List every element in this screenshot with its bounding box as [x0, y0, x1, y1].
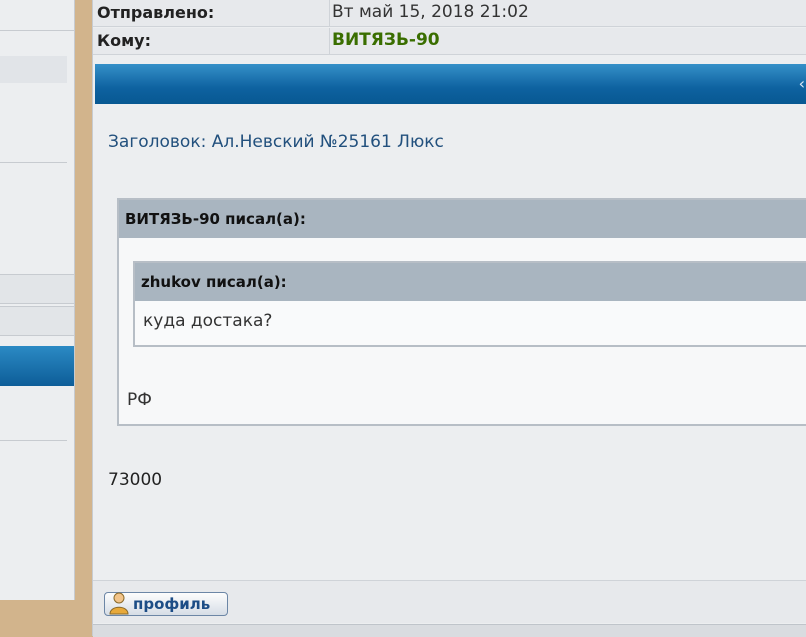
- quote-text-inner: куда достака?: [143, 311, 273, 331]
- quote-block-outer: ВИТЯЗЬ-90 писал(а): zhukov писал(а): куд…: [117, 198, 806, 426]
- sidebar-divider: [0, 30, 74, 31]
- left-sidebar: [0, 0, 75, 600]
- sidebar-blue-header: [0, 346, 74, 386]
- footer-divider: [93, 624, 806, 637]
- quote-text-outer: РФ: [127, 390, 152, 410]
- profile-button-label: профиль: [133, 595, 211, 613]
- sidebar-band[interactable]: [0, 306, 74, 336]
- post-footer: профиль: [93, 580, 806, 623]
- post-subject: Заголовок: Ал.Невский №25161 Люкс: [108, 132, 444, 152]
- sidebar-divider: [0, 440, 67, 441]
- profile-button[interactable]: профиль: [104, 592, 228, 616]
- to-label: Кому:: [97, 31, 151, 50]
- sidebar-band[interactable]: [0, 274, 74, 304]
- sent-label: Отправлено:: [97, 3, 215, 22]
- post-text: 73000: [108, 470, 163, 490]
- sidebar-highlight-item[interactable]: [0, 56, 67, 83]
- sidebar-divider: [0, 162, 67, 163]
- sent-value: Вт май 15, 2018 21:02: [329, 0, 806, 26]
- header-corner-mark: ‹: [798, 74, 805, 93]
- message-panel: Отправлено: Вт май 15, 2018 21:02 Кому: …: [92, 0, 806, 637]
- quote-block-inner: zhukov писал(а): куда достака?: [133, 261, 806, 347]
- to-row: Кому: ВИТЯЗЬ-90: [93, 28, 806, 55]
- post-body: Заголовок: Ал.Невский №25161 Люкс ВИТЯЗЬ…: [95, 112, 806, 580]
- quote-author-outer: ВИТЯЗЬ-90 писал(а):: [119, 200, 806, 238]
- sent-row: Отправлено: Вт май 15, 2018 21:02: [93, 0, 806, 27]
- to-value[interactable]: ВИТЯЗЬ-90: [329, 28, 806, 54]
- post-header-bar: ‹: [95, 64, 806, 104]
- quote-author-inner: zhukov писал(а):: [135, 263, 806, 301]
- user-icon: [109, 592, 129, 615]
